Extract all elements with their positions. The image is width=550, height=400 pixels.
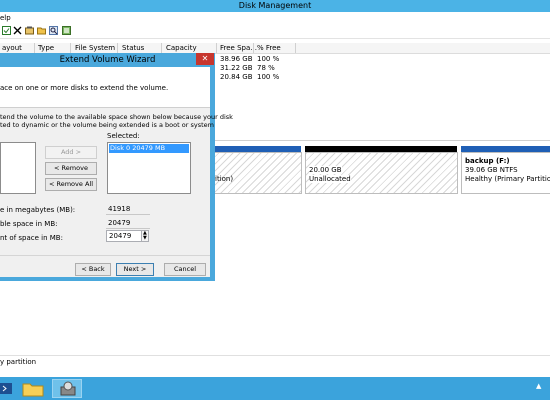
col-type[interactable]: Type <box>38 44 54 52</box>
unallocated-partition[interactable]: 20.00 GB Unallocated <box>305 152 458 194</box>
window-title: Disk Management <box>238 1 312 10</box>
percent-free-cell: 100 % <box>257 73 280 81</box>
status-bar: y partition <box>0 355 550 368</box>
backup-status: Healthy (Primary Partition) <box>465 175 550 183</box>
list-item[interactable]: Disk 0 20479 MB <box>109 144 189 153</box>
column-divider <box>161 43 162 53</box>
available-disks-list[interactable] <box>0 142 36 194</box>
partition-left-label: ition) <box>215 175 234 183</box>
settings-icon[interactable] <box>62 26 71 35</box>
max-space-value: 20479 <box>106 218 150 229</box>
backup-partition[interactable]: backup (F:) 39.06 GB NTFS Healthy (Prima… <box>461 152 550 194</box>
taskbar: ▲ <box>0 377 550 400</box>
col-layout[interactable]: ayout <box>2 44 22 52</box>
column-divider <box>117 43 118 53</box>
free-space-cell: 20.84 GB <box>220 73 253 81</box>
column-divider <box>34 43 35 53</box>
wizard-description-line2: ted to dynamic or the volume being exten… <box>0 121 214 129</box>
folder-icon <box>22 383 44 397</box>
total-size-value: 41918 <box>106 204 150 215</box>
col-percent-free[interactable]: % Free <box>257 44 281 52</box>
column-divider <box>216 43 217 53</box>
cancel-button[interactable]: Cancel <box>164 263 206 276</box>
selected-disks-list[interactable]: Disk 0 20479 MB <box>107 142 191 194</box>
col-capacity[interactable]: Capacity <box>166 44 197 52</box>
disk-management-icon <box>60 381 76 396</box>
menu-bar: elp <box>0 13 550 24</box>
amount-space-input[interactable]: 20479 <box>106 230 144 242</box>
open-folder-icon[interactable] <box>37 26 46 35</box>
extend-volume-wizard: Extend Volume Wizard ✕ ace on one or mor… <box>0 53 233 281</box>
free-space-cell: 38.96 GB <box>220 55 253 63</box>
toolbar <box>0 24 550 39</box>
col-free-space[interactable]: Free Spa... <box>220 44 257 52</box>
column-divider <box>253 43 254 53</box>
amount-stepper[interactable]: ▲ ▼ <box>141 230 149 242</box>
remove-button[interactable]: < Remove <box>45 162 97 175</box>
unallocated-label: Unallocated <box>309 175 351 183</box>
remove-all-button[interactable]: < Remove All <box>45 178 97 191</box>
column-divider <box>295 43 296 53</box>
total-size-label: e in megabytes (MB): <box>0 206 76 214</box>
col-file-system[interactable]: File System <box>75 44 115 52</box>
free-space-cell: 31.22 GB <box>220 64 253 72</box>
percent-free-cell: 78 % <box>257 64 275 72</box>
taskbar-disk-management[interactable] <box>52 379 82 398</box>
search-icon[interactable] <box>49 26 58 35</box>
wizard-header-text: ace on one or more disks to extend the v… <box>0 84 169 92</box>
chevron-up-icon[interactable]: ▲ <box>536 382 541 390</box>
amount-space-label: nt of space in MB: <box>0 234 63 242</box>
status-text: y partition <box>0 358 37 366</box>
percent-free-cell: 100 % <box>257 55 280 63</box>
delete-icon[interactable] <box>13 26 22 35</box>
add-button[interactable]: Add > <box>45 146 97 159</box>
selected-label: Selected: <box>107 132 140 140</box>
col-status[interactable]: Status <box>122 44 144 52</box>
divider <box>0 255 210 256</box>
taskbar-file-explorer[interactable] <box>18 379 48 398</box>
close-icon[interactable]: ✕ <box>196 53 214 65</box>
powershell-icon <box>0 383 12 394</box>
unallocated-size: 20.00 GB <box>309 166 342 174</box>
wizard-description-line1: tend the volume to the available space s… <box>0 113 233 121</box>
column-divider <box>70 43 71 53</box>
check-icon[interactable] <box>25 26 34 35</box>
backup-size: 39.06 GB NTFS <box>465 166 518 174</box>
backup-name: backup (F:) <box>465 157 510 165</box>
menu-help[interactable]: elp <box>0 14 11 22</box>
next-button[interactable]: Next > <box>116 263 154 276</box>
back-button[interactable]: < Back <box>75 263 111 276</box>
partition-left[interactable]: ition) <box>210 152 302 194</box>
max-space-label: ble space in MB: <box>0 220 58 228</box>
wizard-header: ace on one or more disks to extend the v… <box>0 67 210 108</box>
wizard-title: Extend Volume Wizard <box>59 55 156 65</box>
wizard-body: ace on one or more disks to extend the v… <box>0 67 233 277</box>
window-titlebar: Disk Management <box>0 0 550 12</box>
chevron-down-icon[interactable]: ▼ <box>143 235 147 241</box>
properties-icon[interactable] <box>2 26 11 35</box>
